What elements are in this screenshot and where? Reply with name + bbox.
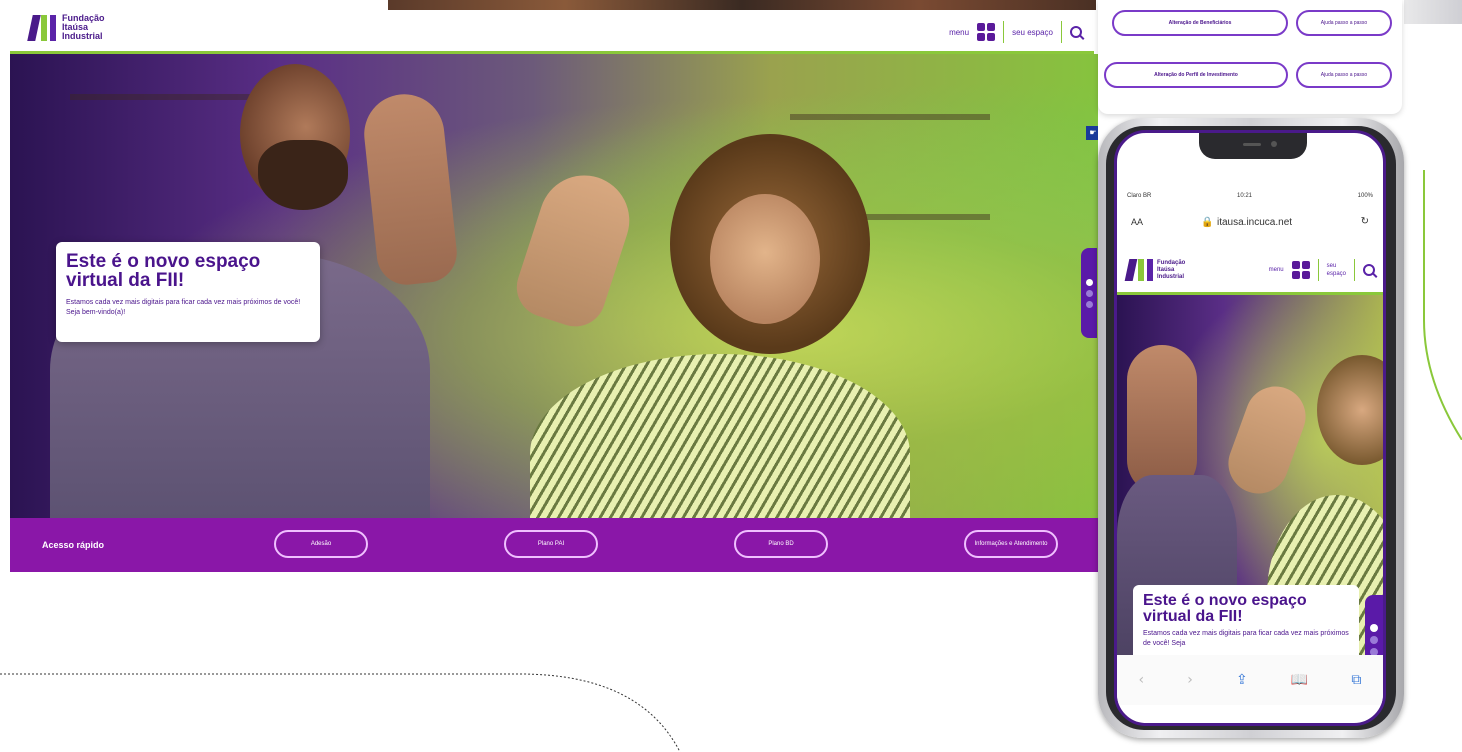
hero-photo-woman-face [710, 194, 820, 324]
menu-grid-icon[interactable] [977, 23, 996, 41]
hero-photo-man-hand [360, 90, 460, 288]
hero-subtitle: Estamos cada vez mais digitais para fica… [66, 299, 301, 316]
background-photo-corner [1404, 0, 1462, 24]
dashed-decorative-curve [0, 673, 681, 752]
browser-toolbar: ‹ › ⇪ 📖 ⧉ [1117, 655, 1383, 705]
background-photo-strip [388, 0, 1096, 10]
header-divider [1317, 259, 1319, 281]
time-label: 10:21 [1237, 193, 1253, 199]
phone-screen: Claro BR 10:21 100% AA 🔒 itausa.incuca.n… [1114, 130, 1386, 726]
hero-photo-woman-shirt [530, 354, 910, 518]
quick-access-bar: Acesso rápido Adesão Plano PAI Plano BD … [10, 518, 1098, 572]
logo-line: Industrial [1157, 273, 1185, 280]
desktop-hero: Este é o novo espaço virtual da FII! Est… [10, 54, 1098, 518]
mobile-logo[interactable]: Fundação Itaúsa Industrial [1124, 259, 1185, 281]
text-size-button[interactable]: AA [1131, 217, 1143, 227]
desktop-header: Fundação Itaúsa Industrial menu seu espa… [10, 10, 1094, 54]
lock-icon: 🔒 [1201, 217, 1214, 228]
logo-mark-icon [27, 14, 56, 41]
mobile-hero-subtitle: Estamos cada vez mais digitais para fica… [1143, 630, 1349, 647]
phone-notch [1199, 133, 1307, 159]
header-divider [1354, 259, 1355, 281]
quick-access-title: Acesso rápido [42, 540, 105, 550]
logo-line: Itaúsa [1157, 266, 1175, 273]
slide-dot[interactable] [1085, 300, 1093, 308]
hero-photo-woman-hand [509, 163, 641, 335]
green-decorative-arc [1423, 170, 1462, 440]
beneficiary-change-button[interactable]: Alteração de Beneficiários [1112, 10, 1288, 36]
account-link[interactable]: seu espaço [1012, 28, 1053, 37]
account-label-line: espaço [1326, 271, 1346, 277]
back-icon[interactable]: ‹ [1139, 672, 1145, 688]
logo-line: Fundação [1157, 259, 1186, 266]
mobile-header-actions: menu seu espaço [1269, 259, 1375, 281]
quick-access-button-informacoes[interactable]: Informações e Atendimento [964, 530, 1058, 558]
account-link[interactable]: seu espaço [1327, 262, 1346, 278]
forward-icon[interactable]: › [1187, 672, 1193, 688]
reload-icon[interactable]: ↻ [1361, 216, 1369, 227]
tabs-icon[interactable]: ⧉ [1351, 672, 1361, 688]
header-divider [1061, 21, 1062, 43]
background-shelf [790, 114, 990, 120]
hero-card: Este é o novo espaço virtual da FII! Est… [56, 242, 320, 342]
help-step-button[interactable]: Ajuda passo a passo [1296, 10, 1392, 36]
logo-line: Industrial [62, 31, 103, 41]
hero-title: Este é o novo espaço virtual da FII! [66, 251, 261, 291]
accessibility-icon[interactable]: ☛ [1086, 126, 1098, 140]
slide-dot[interactable] [1085, 289, 1093, 297]
slide-dots [1081, 248, 1097, 338]
mobile-header: Fundação Itaúsa Industrial menu seu espa… [1117, 251, 1383, 295]
battery-label: 100% [1357, 193, 1373, 199]
logo-text: Fundação Itaúsa Industrial [1157, 260, 1185, 281]
menu-label[interactable]: menu [949, 28, 969, 37]
desktop-header-actions: menu seu espaço [949, 21, 1082, 43]
investment-profile-change-button[interactable]: Alteração do Perfil de Investimento [1104, 62, 1288, 88]
logo-text: Fundação Itaúsa Industrial [62, 14, 105, 41]
slide-dot[interactable] [1370, 636, 1378, 644]
share-icon[interactable]: ⇪ [1236, 672, 1248, 688]
phone-mockup: Claro BR 10:21 100% AA 🔒 itausa.incuca.n… [1098, 118, 1404, 738]
help-card: Alteração de Beneficiários Ajuda passo a… [1098, 0, 1402, 114]
help-step-button[interactable]: Ajuda passo a passo [1296, 62, 1392, 88]
hero-photo-hand [1219, 378, 1315, 502]
mobile-slide-dots [1365, 595, 1383, 655]
search-icon[interactable] [1070, 26, 1082, 38]
browser-url-bar[interactable]: AA 🔒 itausa.incuca.net ↻ [1117, 215, 1383, 233]
logo-mark-icon [1124, 259, 1153, 281]
menu-label[interactable]: menu [1269, 267, 1284, 273]
search-icon[interactable] [1363, 264, 1375, 276]
carrier-label: Claro BR [1127, 193, 1152, 199]
bookmarks-icon[interactable]: 📖 [1291, 672, 1308, 688]
hero-photo-woman-face [1317, 355, 1383, 465]
quick-access-button-plano-bd[interactable]: Plano BD [734, 530, 828, 558]
hero-photo-hand [1127, 345, 1197, 495]
phone-status-bar: Claro BR 10:21 100% [1117, 193, 1383, 207]
account-label-line: seu [1326, 263, 1337, 269]
desktop-logo[interactable]: Fundação Itaúsa Industrial [27, 14, 105, 41]
slide-dot[interactable] [1370, 648, 1378, 655]
quick-access-button-plano-pai[interactable]: Plano PAI [504, 530, 598, 558]
url-text[interactable]: itausa.incuca.net [1217, 217, 1292, 228]
mobile-hero-title: Este é o novo espaço virtual da FII! [1143, 592, 1307, 625]
menu-grid-icon[interactable] [1291, 261, 1310, 279]
slide-dot[interactable] [1085, 278, 1093, 286]
quick-access-button-adesao[interactable]: Adesão [274, 530, 368, 558]
slide-dot[interactable] [1370, 624, 1378, 632]
hero-photo-man-beard [258, 140, 348, 210]
header-divider [1003, 21, 1005, 43]
